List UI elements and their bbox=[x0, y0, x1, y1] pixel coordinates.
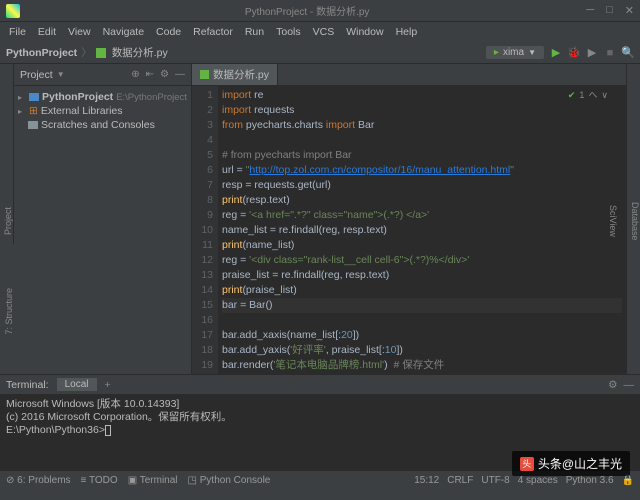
gear-icon[interactable]: ⚙ bbox=[160, 69, 169, 80]
menu-navigate[interactable]: Navigate bbox=[98, 24, 149, 40]
code-lines[interactable]: import reimport requestsfrom pyecharts.c… bbox=[218, 86, 626, 374]
menu-help[interactable]: Help bbox=[391, 24, 423, 40]
minimize-icon[interactable]: ─ bbox=[586, 4, 594, 17]
editor: 数据分析.py 1234567891011121314151617181920 … bbox=[192, 64, 626, 374]
tree-root[interactable]: ▸ PythonProject E:\PythonProject bbox=[16, 90, 189, 104]
python-console-button[interactable]: ◳ Python Console bbox=[188, 475, 271, 486]
interpreter[interactable]: Python 3.6 bbox=[566, 475, 614, 486]
project-panel: Project ▼ ⊕ ⇤ ⚙ — ▸ PythonProject E:\Pyt… bbox=[14, 64, 192, 374]
run-with-coverage-icon[interactable]: ▶ bbox=[586, 47, 598, 59]
menu-edit[interactable]: Edit bbox=[33, 24, 61, 40]
project-header-label: Project bbox=[20, 69, 53, 81]
menu-window[interactable]: Window bbox=[341, 24, 388, 40]
right-tool-strip: Database SciView bbox=[626, 64, 640, 374]
run-icon[interactable]: ▶ bbox=[550, 47, 562, 59]
chevron-down-icon[interactable]: ∨ bbox=[601, 88, 608, 103]
gutter: 1234567891011121314151617181920 bbox=[192, 86, 218, 374]
chevron-up-icon[interactable]: ヘ bbox=[588, 88, 597, 103]
watermark: 头 头条@山之丰光 bbox=[512, 451, 630, 476]
menu-view[interactable]: View bbox=[63, 24, 96, 40]
problems-button[interactable]: ⊘ 6: Problems bbox=[6, 475, 71, 486]
database-tool-button[interactable]: Database bbox=[630, 202, 640, 241]
line-separator[interactable]: CRLF bbox=[447, 475, 473, 486]
terminal-button[interactable]: ▣ Terminal bbox=[128, 475, 178, 486]
tree-external-libs[interactable]: ▸⊞ External Libraries bbox=[16, 104, 189, 118]
todo-button[interactable]: ≡ TODO bbox=[81, 475, 118, 486]
pycharm-logo-icon bbox=[6, 4, 20, 18]
menu-vcs[interactable]: VCS bbox=[308, 24, 340, 40]
lock-icon[interactable]: 🔒 bbox=[622, 475, 634, 486]
terminal-tab[interactable]: Local bbox=[57, 378, 97, 391]
close-icon[interactable]: ✕ bbox=[625, 4, 634, 17]
navbar: PythonProject 〉 数据分析.py ▸ xima ▼ ▶ 🐞 ▶ ■… bbox=[0, 42, 640, 64]
window-title: PythonProject - 数据分析.py bbox=[28, 3, 586, 18]
indent[interactable]: 4 spaces bbox=[518, 475, 558, 486]
add-terminal-icon[interactable]: + bbox=[105, 379, 111, 391]
maximize-icon[interactable]: □ bbox=[606, 4, 613, 17]
code-area[interactable]: 1234567891011121314151617181920 import r… bbox=[192, 86, 626, 374]
chevron-right-icon: 〉 bbox=[81, 45, 92, 60]
breadcrumb-project[interactable]: PythonProject bbox=[6, 47, 77, 59]
structure-tool-button[interactable]: 7: Structure bbox=[4, 288, 14, 335]
target-icon[interactable]: ⊕ bbox=[131, 69, 139, 80]
inspection-check-icon[interactable]: ✔ bbox=[568, 88, 576, 103]
menu-tools[interactable]: Tools bbox=[271, 24, 306, 40]
cursor-position: 15:12 bbox=[414, 475, 439, 486]
python-file-icon bbox=[200, 70, 209, 79]
left-tool-strip-bottom: 7: Structure 2: Favorites bbox=[0, 244, 14, 374]
python-file-icon bbox=[96, 48, 106, 58]
editor-tab[interactable]: 数据分析.py bbox=[192, 64, 278, 85]
collapse-icon[interactable]: ⇤ bbox=[146, 69, 154, 80]
breadcrumb-file[interactable]: 数据分析.py bbox=[112, 45, 168, 60]
menu-file[interactable]: File bbox=[4, 24, 31, 40]
debug-icon[interactable]: 🐞 bbox=[568, 47, 580, 59]
tree-scratches[interactable]: Scratches and Consoles bbox=[16, 118, 189, 132]
menubar: FileEditViewNavigateCodeRefactorRunTools… bbox=[0, 22, 640, 42]
project-tool-button[interactable]: Project bbox=[3, 207, 13, 235]
stop-icon[interactable]: ■ bbox=[604, 47, 616, 59]
hide-icon[interactable]: — bbox=[175, 69, 185, 80]
menu-refactor[interactable]: Refactor bbox=[188, 24, 238, 40]
toutiao-logo-icon: 头 bbox=[520, 457, 534, 471]
run-config-dropdown[interactable]: ▸ xima ▼ bbox=[486, 46, 544, 59]
encoding[interactable]: UTF-8 bbox=[481, 475, 509, 486]
menu-code[interactable]: Code bbox=[151, 24, 186, 40]
menu-run[interactable]: Run bbox=[240, 24, 269, 40]
terminal-hide-icon[interactable]: — bbox=[624, 379, 635, 391]
terminal-label: Terminal: bbox=[6, 379, 49, 391]
search-icon[interactable]: 🔍 bbox=[622, 47, 634, 59]
titlebar: PythonProject - 数据分析.py ─ □ ✕ bbox=[0, 0, 640, 22]
terminal-gear-icon[interactable]: ⚙ bbox=[608, 379, 617, 391]
